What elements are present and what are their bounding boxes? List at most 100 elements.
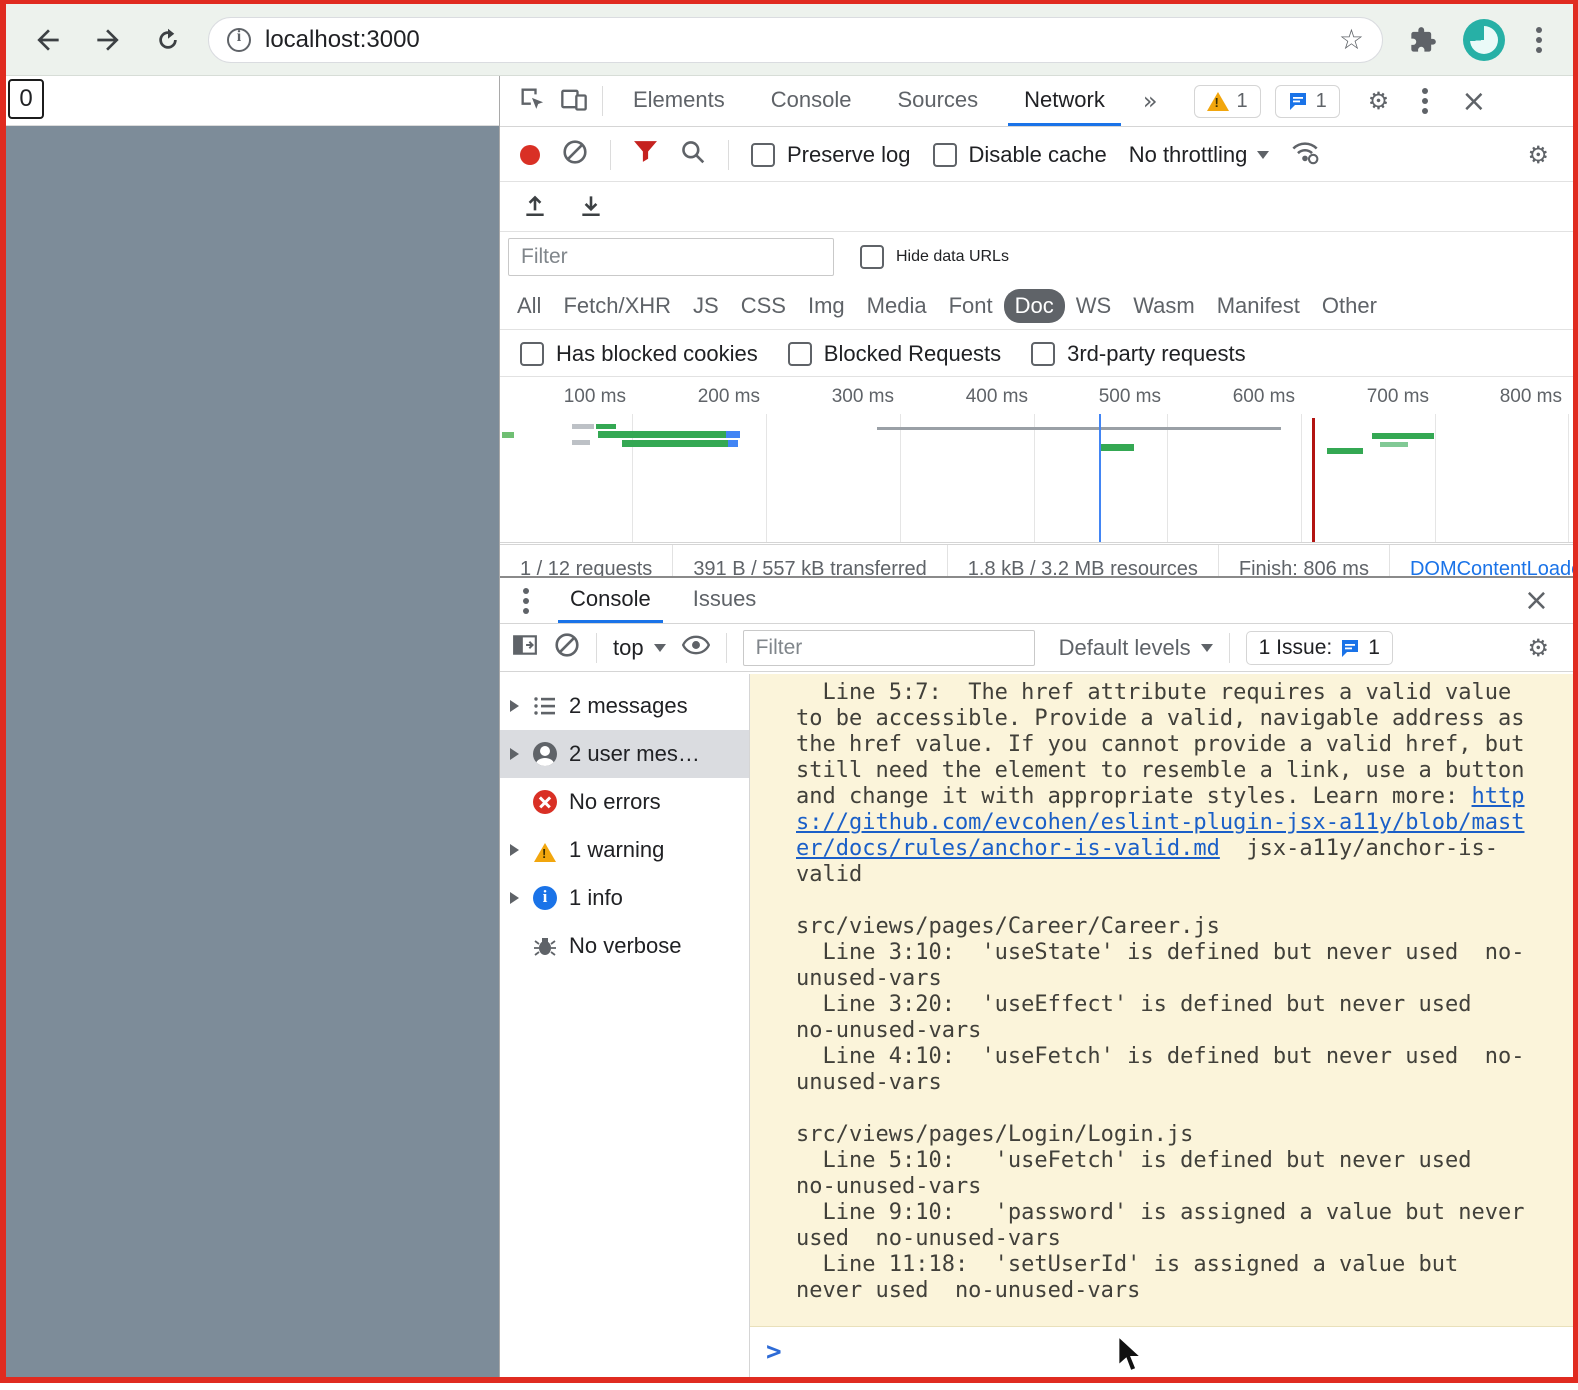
type-filter-other[interactable]: Other: [1311, 289, 1388, 323]
type-filter-css[interactable]: CSS: [730, 289, 797, 323]
user-icon: [533, 742, 557, 766]
device-toolbar-icon[interactable]: [560, 85, 588, 118]
network-waterfall-bar: [502, 432, 514, 438]
drawer-tab-issues[interactable]: Issues: [681, 578, 769, 623]
sidebar-item-user-messages[interactable]: 2 user mes…: [500, 730, 749, 778]
third-party-requests-control[interactable]: 3rd-party requests: [1031, 341, 1246, 367]
capture-frame-right: [1573, 0, 1578, 1383]
tab-sources[interactable]: Sources: [881, 76, 994, 126]
page-overlay-counter: 0: [8, 79, 44, 119]
preserve-log-checkbox[interactable]: [751, 142, 775, 167]
network-filter-input[interactable]: [508, 238, 834, 276]
disclosure-triangle-icon[interactable]: [510, 844, 519, 856]
blocked-requests-checkbox[interactable]: [787, 341, 812, 366]
disable-cache-control[interactable]: Disable cache: [932, 141, 1107, 168]
console-prompt[interactable]: >: [750, 1327, 1573, 1365]
hide-data-urls-control[interactable]: Hide data URLs: [860, 245, 1009, 269]
drawer-close-icon[interactable]: ×: [1516, 583, 1557, 618]
sidebar-item-warnings[interactable]: 1 warning: [500, 826, 749, 874]
type-filter-font[interactable]: Font: [938, 289, 1004, 323]
network-waterfall-bar: [572, 424, 594, 429]
capture-frame-bottom: [0, 1377, 1578, 1383]
tab-elements[interactable]: Elements: [617, 76, 741, 126]
export-har-icon[interactable]: [578, 192, 604, 223]
bookmark-star-icon[interactable]: ☆: [1339, 23, 1364, 56]
hide-data-urls-checkbox[interactable]: [860, 245, 884, 269]
devtools-settings-gear-icon[interactable]: ⚙: [1360, 87, 1398, 115]
console-sidebar: 2 messages 2 user mes… No errors 1 warni…: [500, 674, 750, 1377]
capture-frame-left: [0, 0, 6, 1383]
devtools-menu-icon[interactable]: [1411, 81, 1439, 121]
tab-network[interactable]: Network: [1008, 76, 1121, 126]
log-levels-select[interactable]: Default levels: [1059, 635, 1213, 661]
type-filter-ws[interactable]: WS: [1065, 289, 1122, 323]
extensions-puzzle-icon[interactable]: [1403, 20, 1443, 60]
network-filter-row: Hide data URLs: [500, 233, 1573, 281]
mouse-cursor: [1116, 1333, 1144, 1379]
domcontentloaded-time: DOMContentLoaded:: [1409, 558, 1573, 576]
prompt-chevron-icon: >: [766, 1337, 782, 1367]
throttling-select[interactable]: No throttling: [1129, 142, 1270, 168]
site-info-icon[interactable]: [227, 27, 251, 52]
eye-icon[interactable]: [681, 635, 710, 660]
clear-console-icon[interactable]: [554, 632, 580, 663]
type-filter-doc[interactable]: Doc: [1003, 288, 1065, 323]
type-filter-wasm[interactable]: Wasm: [1122, 289, 1206, 323]
execution-context-select[interactable]: top: [613, 635, 666, 661]
blocked-cookies-control[interactable]: Has blocked cookies: [520, 341, 758, 367]
blocked-requests-control[interactable]: Blocked Requests: [787, 341, 1001, 367]
forward-button[interactable]: [88, 20, 128, 60]
type-filter-media[interactable]: Media: [856, 289, 938, 323]
info-icon: [533, 886, 557, 910]
disclosure-triangle-icon[interactable]: [510, 700, 519, 712]
console-settings-gear-icon[interactable]: ⚙: [1519, 634, 1557, 662]
reload-button[interactable]: [148, 20, 188, 60]
sidebar-item-errors[interactable]: No errors: [500, 778, 749, 826]
drawer-tab-console[interactable]: Console: [558, 578, 663, 623]
back-button[interactable]: [28, 20, 68, 60]
console-filter-input[interactable]: [742, 629, 1035, 666]
search-icon[interactable]: [680, 139, 706, 171]
import-har-icon[interactable]: [522, 192, 548, 223]
disclosure-triangle-icon[interactable]: [510, 892, 519, 904]
filter-funnel-icon[interactable]: [633, 140, 658, 169]
capture-frame-top: [0, 0, 1578, 4]
disable-cache-checkbox[interactable]: [932, 142, 957, 167]
disclosure-triangle-icon[interactable]: [510, 748, 519, 760]
url-bar[interactable]: localhost:3000 ☆: [208, 16, 1383, 63]
browser-menu-icon[interactable]: [1525, 20, 1553, 60]
network-settings-gear-icon[interactable]: ⚙: [1519, 141, 1557, 169]
network-summary-bar: 1 / 12 requests 391 B / 557 kB transferr…: [500, 544, 1573, 576]
network-waterfall[interactable]: 100 ms 200 ms 300 ms 400 ms 500 ms 600 m…: [500, 378, 1573, 543]
drawer-menu-icon[interactable]: [512, 581, 540, 621]
sidebar-item-info[interactable]: 1 info: [500, 874, 749, 922]
more-tabs-icon[interactable]: »: [1135, 87, 1166, 115]
preserve-log-control[interactable]: Preserve log: [751, 142, 911, 168]
drawer-header: Console Issues ×: [500, 578, 1573, 624]
issues-badge[interactable]: 1: [1274, 84, 1340, 118]
type-filter-js[interactable]: JS: [682, 289, 730, 323]
url-text[interactable]: localhost:3000: [265, 26, 420, 54]
inspect-element-icon[interactable]: [518, 85, 546, 118]
record-network-log-icon[interactable]: [520, 144, 540, 165]
sidebar-toggle-icon[interactable]: [512, 632, 538, 663]
sidebar-item-all-messages[interactable]: 2 messages: [500, 682, 749, 730]
type-filter-manifest[interactable]: Manifest: [1206, 289, 1311, 323]
tab-console[interactable]: Console: [755, 76, 868, 126]
type-filter-img[interactable]: Img: [797, 289, 856, 323]
profile-avatar[interactable]: [1463, 18, 1505, 61]
network-conditions-icon[interactable]: [1291, 139, 1319, 171]
disable-cache-label: Disable cache: [968, 141, 1107, 167]
third-party-requests-checkbox[interactable]: [1031, 341, 1056, 366]
devtools-tabbar: Elements Console Sources Network » 1 1 ⚙…: [500, 76, 1573, 127]
console-output: Line 5:7: The href attribute requires a …: [750, 674, 1573, 1377]
type-filter-fetch-xhr[interactable]: Fetch/XHR: [552, 289, 682, 323]
clear-network-log-icon[interactable]: [562, 139, 588, 171]
sidebar-item-verbose[interactable]: No verbose: [500, 922, 749, 970]
warnings-badge[interactable]: 1: [1193, 84, 1261, 118]
load-event-marker: [1312, 418, 1315, 542]
type-filter-all[interactable]: All: [506, 289, 552, 323]
devtools-close-icon[interactable]: ×: [1453, 84, 1494, 119]
blocked-cookies-checkbox[interactable]: [520, 341, 544, 366]
issue-counter[interactable]: 1 Issue: 1: [1245, 630, 1393, 665]
